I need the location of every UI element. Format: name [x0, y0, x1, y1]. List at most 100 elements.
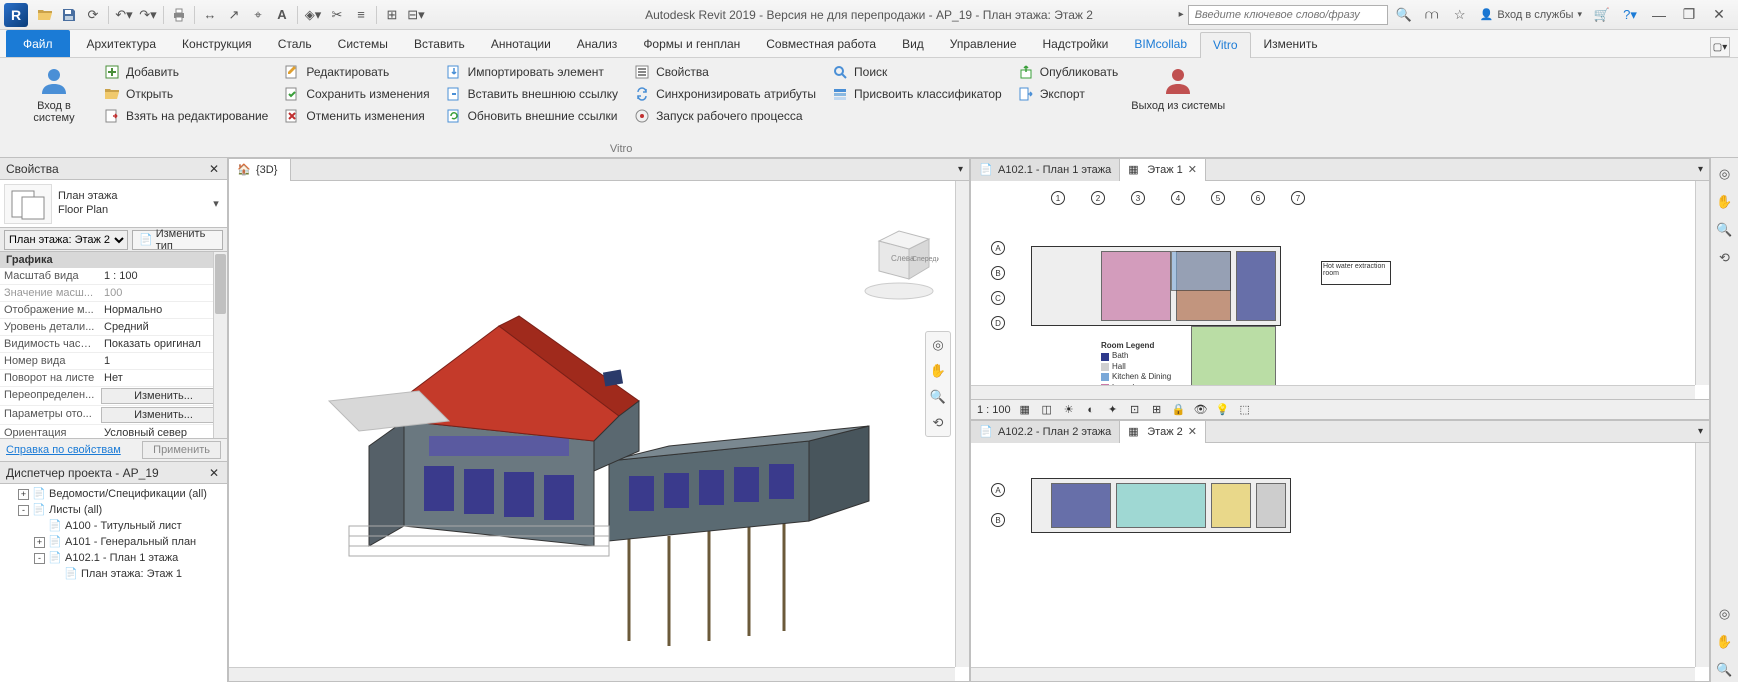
- properties-button[interactable]: Свойства: [628, 62, 822, 82]
- properties-panel-header[interactable]: Свойства ✕: [0, 158, 227, 180]
- tree-node[interactable]: -📄Листы (all): [0, 502, 227, 518]
- lock-3d-icon[interactable]: 🔒: [1171, 402, 1187, 418]
- 3d-view-icon[interactable]: ◈▾: [302, 4, 324, 26]
- pan-icon[interactable]: ✋: [926, 358, 950, 384]
- view-tab-floor2[interactable]: ▦Этаж 2✕: [1120, 421, 1206, 443]
- insert-link-button[interactable]: Вставить внешнюю ссылку: [440, 84, 624, 104]
- tab-manage[interactable]: Управление: [937, 31, 1030, 57]
- ribbon-collapse-button[interactable]: ▢▾: [1710, 37, 1730, 57]
- rb-zoom2-icon[interactable]: 🔍: [1713, 658, 1737, 682]
- measure-icon[interactable]: ↔: [199, 4, 221, 26]
- orbit-icon[interactable]: ⟲: [926, 410, 950, 436]
- property-row[interactable]: Поворот на листеНет: [0, 370, 227, 387]
- steering-wheel-icon[interactable]: ◎: [926, 332, 950, 358]
- tree-node[interactable]: -📄A102.1 - План 1 этажа: [0, 550, 227, 566]
- 3d-canvas[interactable]: Слева Спереди ◎ ✋ 🔍 ⟲: [229, 181, 969, 681]
- view-tab-close-icon[interactable]: ✕: [1188, 163, 1197, 176]
- view-tab-sheet-a1022[interactable]: 📄A102.2 - План 2 этажа: [971, 421, 1120, 443]
- reveal-hidden-icon[interactable]: 💡: [1215, 402, 1231, 418]
- logout-button[interactable]: Выход из системы: [1128, 62, 1228, 114]
- scale-label[interactable]: 1 : 100: [977, 404, 1011, 416]
- visual-style-icon[interactable]: ◫: [1039, 402, 1055, 418]
- view-tab-floor1[interactable]: ▦Этаж 1✕: [1120, 159, 1206, 181]
- switch-windows-icon[interactable]: ⊟▾: [405, 4, 427, 26]
- sign-in-button[interactable]: 👤 Вход в службы ▾: [1476, 8, 1586, 21]
- open-button[interactable]: Открыть: [98, 84, 274, 104]
- tab-bimcollab[interactable]: BIMcollab: [1121, 31, 1200, 57]
- comm-icon[interactable]: ⩋: [1420, 4, 1444, 26]
- instance-selector[interactable]: План этажа: Этаж 2: [4, 230, 128, 250]
- tree-twisty-icon[interactable]: -: [34, 553, 45, 564]
- property-row[interactable]: Масштаб вида1 : 100: [0, 268, 227, 285]
- tab-insert[interactable]: Вставить: [401, 31, 478, 57]
- canvas-scroll-h[interactable]: [971, 385, 1695, 399]
- property-row[interactable]: Параметры ото...Изменить...: [0, 406, 227, 425]
- tree-node[interactable]: 📄A100 - Титульный лист: [0, 518, 227, 534]
- property-row[interactable]: Номер вида1: [0, 353, 227, 370]
- view-tab-close-icon[interactable]: ✕: [1188, 425, 1197, 438]
- favorite-icon[interactable]: ☆: [1448, 4, 1472, 26]
- tag-icon[interactable]: ⌖: [247, 4, 269, 26]
- save-icon[interactable]: [58, 4, 80, 26]
- sync-icon[interactable]: ⟳: [82, 4, 104, 26]
- section-icon[interactable]: ✂: [326, 4, 348, 26]
- canvas-scroll-v[interactable]: [1695, 443, 1709, 667]
- zoom-icon[interactable]: 🔍: [926, 384, 950, 410]
- infocenter-search-input[interactable]: [1188, 5, 1388, 25]
- open-icon[interactable]: [34, 4, 56, 26]
- tab-architecture[interactable]: Архитектура: [74, 31, 170, 57]
- canvas-scroll-v[interactable]: [955, 181, 969, 667]
- crop-visible-icon[interactable]: ⊞: [1149, 402, 1165, 418]
- tab-collaborate[interactable]: Совместная работа: [753, 31, 889, 57]
- property-row[interactable]: Переопределен...Изменить...: [0, 387, 227, 406]
- rendering-icon[interactable]: ✦: [1105, 402, 1121, 418]
- type-selector[interactable]: План этажа Floor Plan ▾: [0, 180, 227, 228]
- floorplan1-canvas[interactable]: 1234567 ABCD Hot water extraction roo: [971, 181, 1709, 399]
- redo-icon[interactable]: ↷▾: [137, 4, 159, 26]
- tree-node[interactable]: +📄Ведомости/Спецификации (all): [0, 486, 227, 502]
- tab-structure[interactable]: Конструкция: [169, 31, 265, 57]
- property-row[interactable]: Видимость частейПоказать оригинал: [0, 336, 227, 353]
- floorplan2-canvas[interactable]: AB: [971, 443, 1709, 681]
- properties-scrollbar[interactable]: [213, 252, 227, 438]
- assign-classifier-button[interactable]: Присвоить классификатор: [826, 84, 1008, 104]
- tab-analyze[interactable]: Анализ: [564, 31, 631, 57]
- view-tab-3d[interactable]: 🏠 {3D}: [229, 159, 291, 181]
- worksharing-display-icon[interactable]: ⬚: [1237, 402, 1253, 418]
- close-button[interactable]: ✕: [1706, 4, 1732, 26]
- type-selector-dropdown-icon[interactable]: ▾: [209, 197, 223, 210]
- crop-view-icon[interactable]: ⊡: [1127, 402, 1143, 418]
- export-button[interactable]: Экспорт: [1012, 84, 1124, 104]
- tab-addins[interactable]: Надстройки: [1030, 31, 1122, 57]
- discard-changes-button[interactable]: Отменить изменения: [278, 106, 435, 126]
- rb-wheel2-icon[interactable]: ◎: [1713, 602, 1737, 626]
- view-tab-dropdown-icon[interactable]: ▾: [1692, 164, 1709, 175]
- canvas-scroll-h[interactable]: [229, 667, 955, 681]
- close-inactive-icon[interactable]: ⊞: [381, 4, 403, 26]
- temp-hide-icon[interactable]: 👁: [1193, 402, 1209, 418]
- restore-button[interactable]: ❐: [1676, 4, 1702, 26]
- rb-zoom-icon[interactable]: 🔍: [1713, 218, 1737, 242]
- search-button[interactable]: Поиск: [826, 62, 1008, 82]
- project-browser-tree[interactable]: +📄Ведомости/Спецификации (all)-📄Листы (a…: [0, 484, 227, 682]
- help-icon[interactable]: ?▾: [1618, 4, 1642, 26]
- tab-vitro[interactable]: Vitro: [1200, 32, 1250, 58]
- shadows-icon[interactable]: ◐: [1083, 402, 1099, 418]
- tab-file[interactable]: Файл: [6, 30, 70, 57]
- sun-path-icon[interactable]: ☀: [1061, 402, 1077, 418]
- sync-attrs-button[interactable]: Синхронизировать атрибуты: [628, 84, 822, 104]
- tab-steel[interactable]: Сталь: [265, 31, 325, 57]
- detail-level-icon[interactable]: ▦: [1017, 402, 1033, 418]
- tree-twisty-icon[interactable]: +: [18, 489, 29, 500]
- project-browser-header[interactable]: Диспетчер проекта - AP_19 ✕: [0, 462, 227, 484]
- rb-pan-icon[interactable]: ✋: [1713, 190, 1737, 214]
- properties-close-icon[interactable]: ✕: [207, 162, 221, 176]
- canvas-scroll-h[interactable]: [971, 667, 1695, 681]
- add-button[interactable]: Добавить: [98, 62, 274, 82]
- run-workflow-button[interactable]: Запуск рабочего процесса: [628, 106, 822, 126]
- tab-annotate[interactable]: Аннотации: [478, 31, 564, 57]
- edit-type-button[interactable]: 📄Изменить тип: [132, 230, 223, 250]
- properties-help-link[interactable]: Справка по свойствам: [6, 444, 121, 456]
- tab-massing[interactable]: Формы и генплан: [630, 31, 753, 57]
- view-tab-sheet-a1021[interactable]: 📄A102.1 - План 1 этажа: [971, 159, 1120, 181]
